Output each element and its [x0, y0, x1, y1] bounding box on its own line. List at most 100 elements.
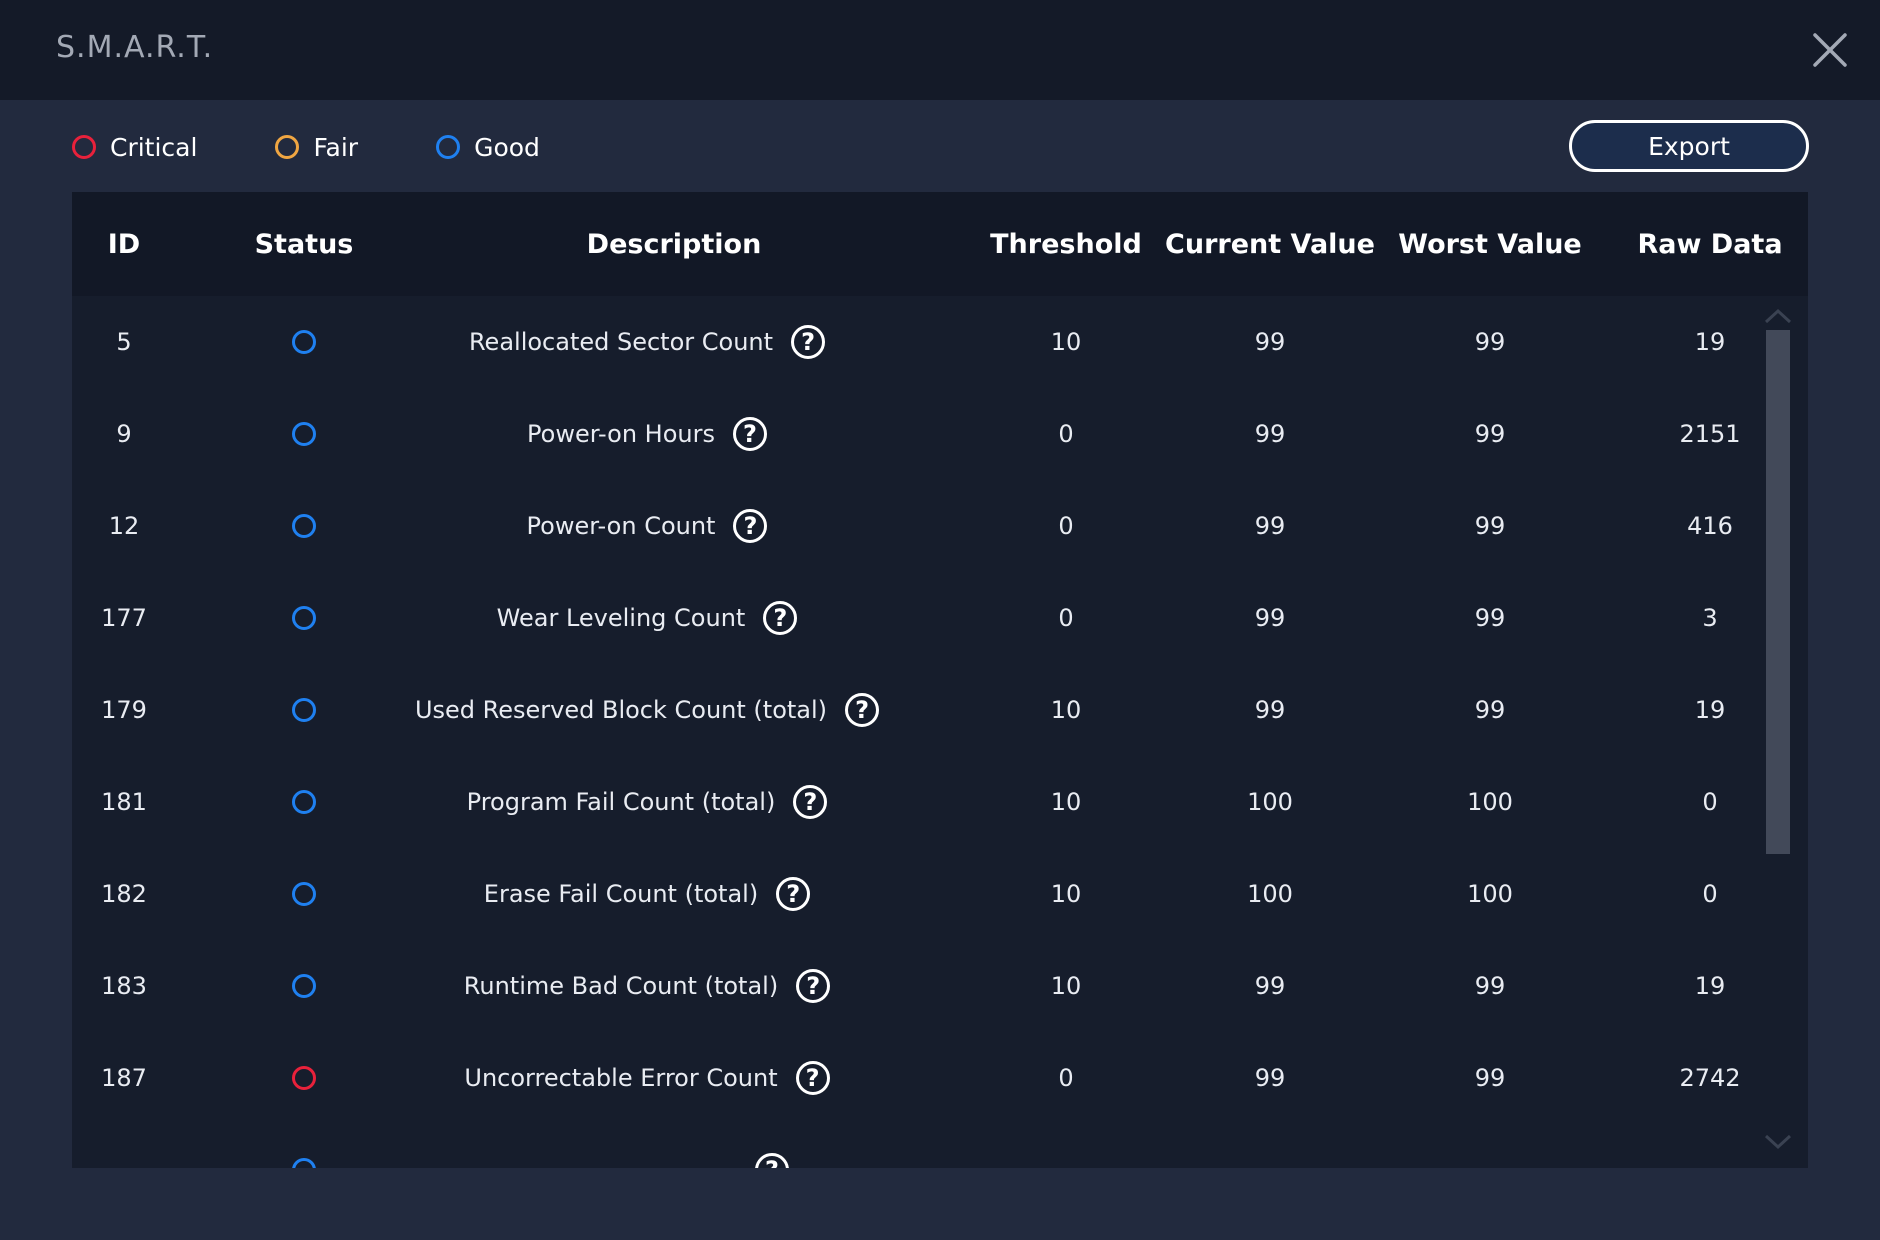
help-icon[interactable]: ? [732, 417, 767, 451]
help-icon[interactable]: ? [776, 877, 811, 911]
cell-id: 181 [101, 788, 147, 816]
good-status-icon [292, 514, 316, 538]
legend-critical-label: Critical [110, 132, 198, 162]
help-icon[interactable]: ? [845, 693, 880, 727]
scroll-thumb[interactable] [1766, 330, 1790, 854]
cell-threshold: 10 [1050, 972, 1082, 1000]
table-row[interactable]: ? [72, 1124, 1808, 1168]
help-icon[interactable]: ? [793, 785, 828, 819]
help-icon[interactable]: ? [763, 601, 798, 635]
description-text: Power-on Hours [527, 420, 715, 448]
cell-id: 183 [101, 972, 147, 1000]
cell-threshold: 0 [1058, 1064, 1074, 1092]
cell-threshold: 10 [1050, 328, 1082, 356]
cell-description: Power-on Count? [332, 480, 962, 572]
cell-description: Power-on Hours? [332, 388, 962, 480]
header-id: ID [107, 228, 141, 260]
cell-description: Used Reserved Block Count (total)? [332, 664, 962, 756]
header-raw-data: Raw Data [1637, 228, 1783, 260]
help-icon[interactable]: ? [755, 1153, 789, 1168]
cell-id: 12 [108, 512, 140, 540]
cell-worst-value: 99 [1474, 420, 1506, 448]
cell-current-value: 99 [1254, 328, 1286, 356]
table-row[interactable]: 187 Uncorrectable Error Count? 0 99 99 2742 [72, 1032, 1808, 1124]
cell-threshold: 10 [1050, 788, 1082, 816]
chevron-down-icon [1764, 1134, 1792, 1150]
cell-worst-value: 99 [1474, 972, 1506, 1000]
title-bar: S.M.A.R.T. [0, 0, 1880, 100]
cell-id: 5 [116, 328, 132, 356]
cell-id: 9 [116, 420, 132, 448]
cell-current-value: 99 [1254, 604, 1286, 632]
legend-fair: Fair [275, 133, 358, 162]
good-status-icon [292, 330, 316, 354]
table-row[interactable]: 9 Power-on Hours? 0 99 99 2151 [72, 388, 1808, 480]
scroll-up-button[interactable] [1764, 304, 1792, 328]
cell-current-value: 99 [1254, 696, 1286, 724]
critical-status-icon [72, 135, 96, 159]
legend-good-label: Good [474, 132, 540, 162]
table-row[interactable]: 181 Program Fail Count (total)? 10 100 100 0 [72, 756, 1808, 848]
table-row[interactable]: 182 Erase Fail Count (total)? 10 100 100 0 [72, 848, 1808, 940]
cell-threshold: 10 [1050, 696, 1082, 724]
status-legend: Critical Fair Good [72, 130, 618, 164]
cell-description: Wear Leveling Count? [332, 572, 962, 664]
close-icon [1813, 33, 1847, 67]
cell-threshold: 0 [1058, 420, 1074, 448]
cell-id [72, 1124, 176, 1168]
cell-worst-value: 100 [1467, 788, 1513, 816]
help-icon[interactable]: ? [796, 969, 831, 1003]
description-text: Reallocated Sector Count [468, 328, 774, 356]
description-text: Program Fail Count (total) [466, 788, 776, 816]
good-status-icon [292, 790, 316, 814]
good-status-icon [292, 882, 316, 906]
help-icon[interactable]: ? [791, 325, 826, 359]
header-threshold: Threshold [990, 228, 1142, 260]
description-text: Runtime Bad Count (total) [463, 972, 779, 1000]
cell-threshold: 0 [1058, 604, 1074, 632]
help-icon[interactable]: ? [733, 509, 768, 543]
cell-description: Program Fail Count (total)? [332, 756, 962, 848]
cell-description: ? [332, 1124, 962, 1168]
description-text: Used Reserved Block Count (total) [414, 696, 828, 724]
good-status-icon [292, 1158, 316, 1168]
cell-current-value [1160, 1124, 1380, 1168]
cell-description: Uncorrectable Error Count? [332, 1032, 962, 1124]
table-body[interactable]: 5 Reallocated Sector Count? 10 99 99 19 9 Power… [72, 296, 1808, 1168]
scroll-down-button[interactable] [1764, 1130, 1792, 1154]
good-status-icon [292, 422, 316, 446]
table-row[interactable]: 5 Reallocated Sector Count? 10 99 99 19 [72, 296, 1808, 388]
table-row[interactable]: 179 Used Reserved Block Count (total)? 10 9… [72, 664, 1808, 756]
description-text: Uncorrectable Error Count [464, 1064, 778, 1092]
table-row[interactable]: 177 Wear Leveling Count? 0 99 99 3 [72, 572, 1808, 664]
legend-fair-label: Fair [313, 132, 359, 162]
header-status: Status [254, 228, 354, 260]
help-icon[interactable]: ? [795, 1061, 830, 1095]
cell-current-value: 99 [1254, 420, 1286, 448]
good-status-icon [436, 135, 461, 159]
cell-threshold [956, 1124, 1176, 1168]
cell-id: 187 [101, 1064, 147, 1092]
description-text: Erase Fail Count (total) [483, 880, 759, 908]
table-header: ID Status Description Threshold Current … [72, 192, 1808, 296]
scrollbar[interactable] [1764, 296, 1792, 1168]
table-row[interactable]: 183 Runtime Bad Count (total)? 10 99 99 19 [72, 940, 1808, 1032]
cell-worst-value: 99 [1474, 604, 1506, 632]
cell-id: 182 [101, 880, 147, 908]
cell-current-value: 99 [1254, 972, 1286, 1000]
cell-worst-value: 99 [1474, 328, 1506, 356]
cell-threshold: 10 [1050, 880, 1082, 908]
chevron-up-icon [1764, 308, 1792, 324]
header-worst-value: Worst Value [1398, 228, 1582, 260]
cell-description: Reallocated Sector Count? [332, 296, 962, 388]
table-row[interactable]: 12 Power-on Count? 0 99 99 416 [72, 480, 1808, 572]
smart-table: ID Status Description Threshold Current … [72, 192, 1808, 1168]
cell-description: Runtime Bad Count (total)? [332, 940, 962, 1032]
fair-status-icon [275, 135, 300, 159]
export-button[interactable]: Export [1569, 120, 1809, 172]
close-button[interactable] [1812, 32, 1848, 68]
description-text: Power-on Count [526, 512, 716, 540]
cell-worst-value: 100 [1467, 880, 1513, 908]
critical-status-icon [292, 1066, 316, 1090]
cell-worst-value: 99 [1474, 512, 1506, 540]
